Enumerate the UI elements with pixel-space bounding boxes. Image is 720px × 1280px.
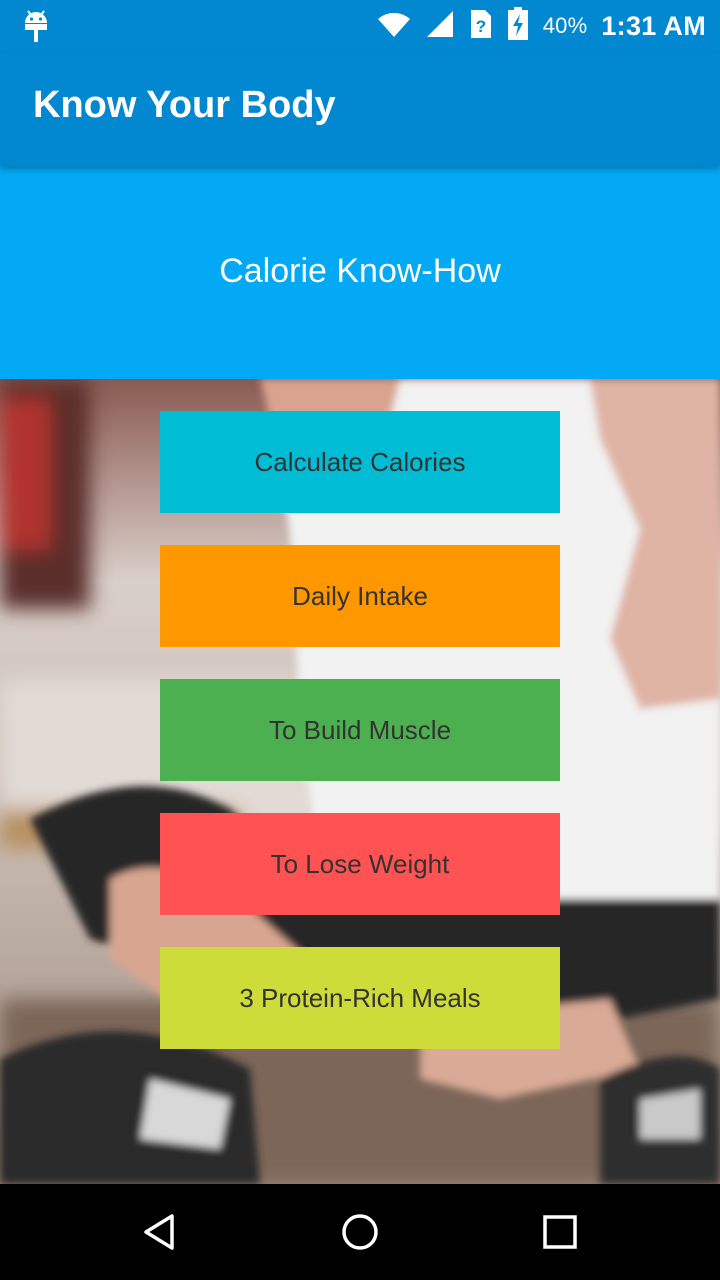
battery-charging-icon <box>507 6 529 46</box>
status-bar: ? 40% 1:31 AM <box>0 0 720 52</box>
lose-weight-button[interactable]: To Lose Weight <box>160 813 560 915</box>
clock: 1:31 AM <box>601 10 706 41</box>
back-icon[interactable] <box>130 1202 190 1262</box>
wifi-icon <box>377 11 411 42</box>
protein-meals-button[interactable]: 3 Protein-Rich Meals <box>160 947 560 1049</box>
cell-signal-icon <box>425 10 455 43</box>
android-debug-icon <box>22 9 50 43</box>
unknown-sim-icon: ? <box>469 9 493 44</box>
svg-text:?: ? <box>476 17 486 36</box>
calculate-calories-button[interactable]: Calculate Calories <box>160 411 560 513</box>
recents-icon[interactable] <box>530 1202 590 1262</box>
hero-title: Calorie Know-How <box>219 252 501 290</box>
hero-banner: Calorie Know-How <box>0 166 720 379</box>
daily-intake-button[interactable]: Daily Intake <box>160 545 560 647</box>
home-icon[interactable] <box>330 1202 390 1262</box>
app-title: Know Your Body <box>33 84 336 126</box>
build-muscle-button[interactable]: To Build Muscle <box>160 679 560 781</box>
battery-percentage: 40% <box>542 13 588 38</box>
navigation-bar <box>0 1184 720 1280</box>
app-bar: Know Your Body <box>0 52 720 166</box>
